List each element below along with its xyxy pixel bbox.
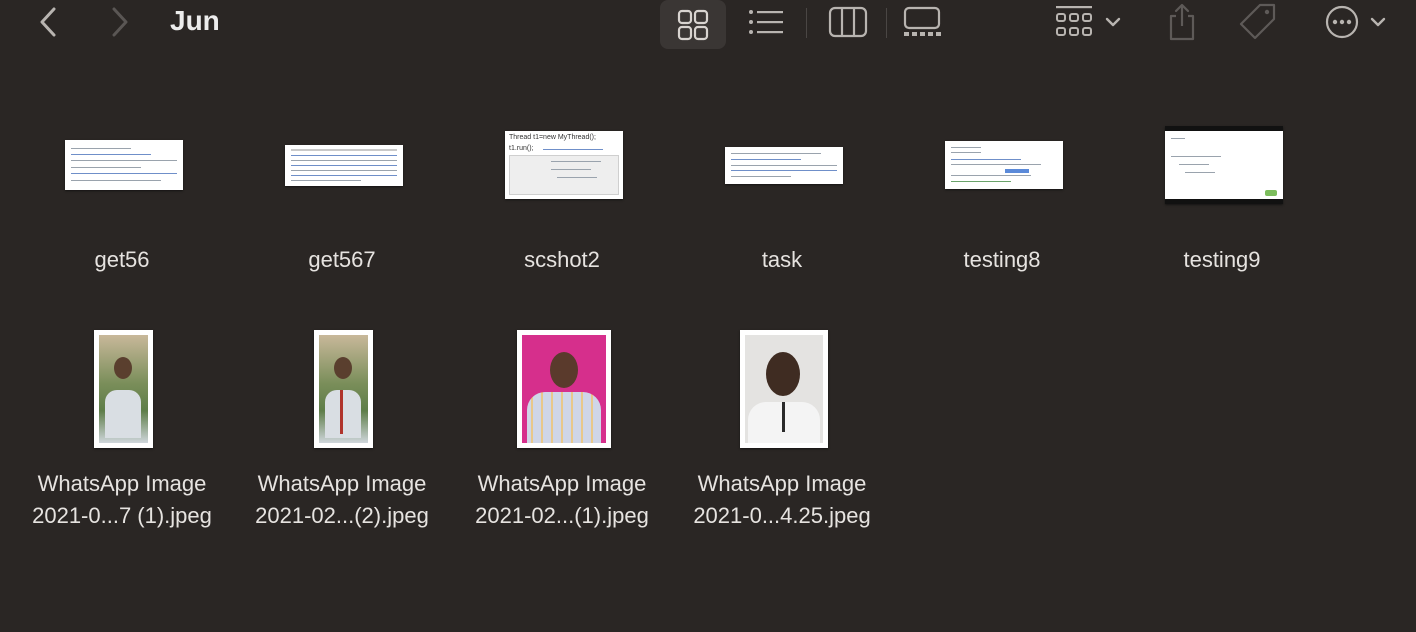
file-thumbnail xyxy=(740,330,828,448)
file-thumbnail: Thread t1=new MyThread(); t1.run(); xyxy=(505,131,623,199)
file-name: testing8 xyxy=(963,247,1041,272)
file-name: WhatsApp Image 2021-02...(1).jpeg xyxy=(475,471,649,528)
list-view-icon xyxy=(749,10,783,34)
file-name: get567 xyxy=(308,247,376,272)
file-name: WhatsApp Image 2021-0...4.25.jpeg xyxy=(693,471,871,528)
file-thumbnail xyxy=(285,145,403,186)
file-thumbnail xyxy=(1165,126,1283,204)
thumbnail-text: Thread t1=new MyThread(); xyxy=(509,134,596,141)
file-name: scshot2 xyxy=(524,247,600,272)
tag-button[interactable] xyxy=(1234,0,1282,44)
more-button[interactable] xyxy=(1318,0,1394,44)
chevron-down-icon xyxy=(1105,17,1121,27)
group-icon xyxy=(1056,6,1092,36)
chevron-left-icon xyxy=(40,7,56,37)
list-view-button[interactable] xyxy=(740,0,792,44)
file-name: testing9 xyxy=(1183,247,1261,272)
tag-icon xyxy=(1239,3,1276,40)
forward-button[interactable] xyxy=(102,4,138,40)
group-button[interactable] xyxy=(1050,0,1126,44)
toolbar-divider xyxy=(806,8,807,38)
column-view-icon xyxy=(828,6,868,38)
toolbar-divider xyxy=(886,8,887,38)
file-thumbnail xyxy=(65,140,183,190)
gallery-view-button[interactable] xyxy=(895,0,949,44)
file-name: WhatsApp Image 2021-0...7 (1).jpeg xyxy=(32,471,212,528)
share-icon xyxy=(1169,3,1195,41)
more-icon xyxy=(1325,5,1359,39)
icon-view-button[interactable] xyxy=(660,0,726,49)
back-button[interactable] xyxy=(30,4,66,40)
file-thumbnail xyxy=(517,330,611,448)
file-thumbnail xyxy=(945,141,1063,189)
file-name: WhatsApp Image 2021-02...(2).jpeg xyxy=(255,471,429,528)
window-title: Jun xyxy=(170,5,220,36)
share-button[interactable] xyxy=(1160,0,1204,44)
file-thumbnail xyxy=(94,330,153,448)
chevron-down-icon xyxy=(1370,17,1386,27)
file-thumbnail xyxy=(314,330,373,448)
gallery-view-icon xyxy=(903,6,941,36)
column-view-button[interactable] xyxy=(822,0,874,44)
grid-view-icon xyxy=(677,9,709,40)
toolbar: Jun xyxy=(0,0,1416,49)
file-thumbnail xyxy=(725,147,843,184)
file-name: task xyxy=(761,247,803,272)
thumbnail-text: t1.run(); xyxy=(509,145,534,152)
file-name: get56 xyxy=(94,247,150,272)
chevron-right-icon xyxy=(112,7,128,37)
